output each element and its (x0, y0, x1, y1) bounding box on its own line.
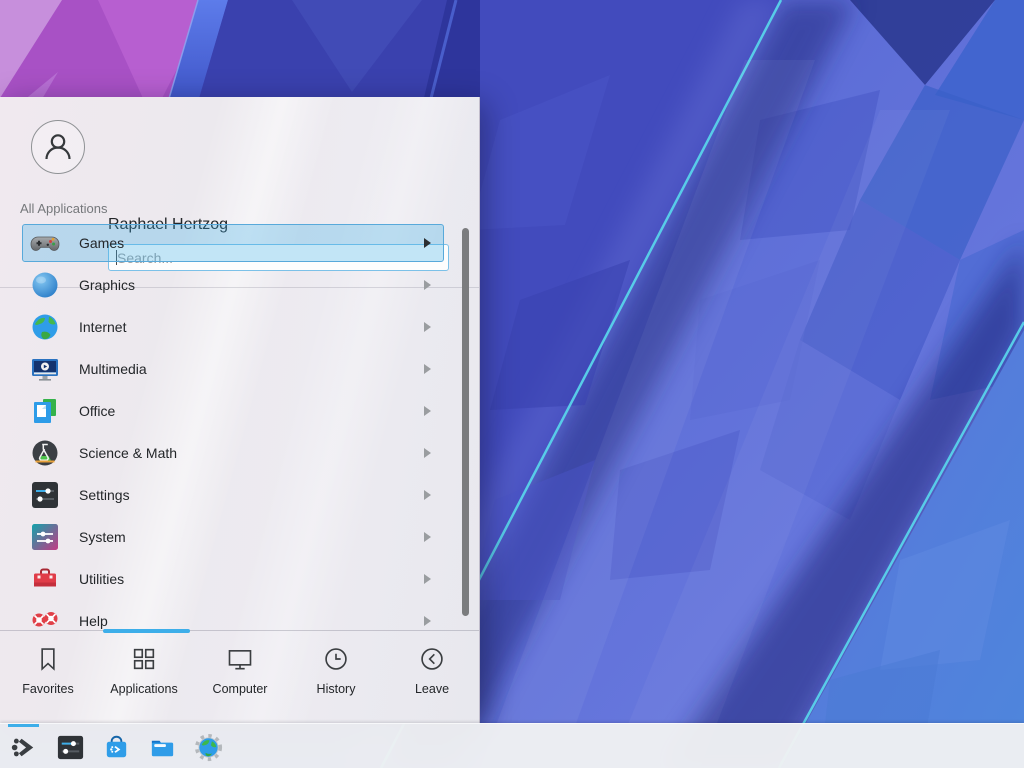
globe-icon (29, 311, 61, 343)
category-list: Games Graphics Internet (0, 222, 480, 630)
clock-icon (322, 645, 350, 673)
browser-globe-icon (193, 732, 224, 763)
media-screen-icon (29, 353, 61, 385)
submenu-arrow-icon (424, 616, 431, 626)
application-launcher-button[interactable] (6, 730, 42, 764)
category-item-system[interactable]: System (0, 516, 480, 558)
category-item-games[interactable]: Games (0, 222, 480, 264)
category-item-science-math[interactable]: Science & Math (0, 432, 480, 474)
system-settings-button[interactable] (52, 730, 88, 764)
documents-icon (29, 395, 61, 427)
submenu-arrow-icon (424, 322, 431, 332)
category-item-multimedia[interactable]: Multimedia (0, 348, 480, 390)
submenu-arrow-icon (424, 364, 431, 374)
submenu-arrow-icon (424, 238, 431, 248)
monitor-icon (226, 645, 254, 673)
desktop: Raphael Hertzog All Applications Games (0, 0, 1024, 768)
tab-leave[interactable]: Leave (384, 631, 480, 723)
category-item-internet[interactable]: Internet (0, 306, 480, 348)
category-label: Internet (79, 319, 126, 335)
lifebuoy-icon (29, 605, 61, 630)
tab-favorites[interactable]: Favorites (0, 631, 96, 723)
application-launcher-menu: Raphael Hertzog All Applications Games (0, 97, 480, 723)
bookmark-icon (34, 645, 62, 673)
submenu-arrow-icon (424, 490, 431, 500)
leave-icon (418, 645, 446, 673)
user-icon (39, 128, 77, 166)
category-label: Settings (79, 487, 130, 503)
user-avatar[interactable] (31, 120, 85, 174)
category-label: Science & Math (79, 445, 177, 461)
tab-applications[interactable]: Applications (96, 631, 192, 723)
tab-label: Favorites (22, 682, 73, 696)
discover-button[interactable] (98, 730, 134, 764)
category-label: Utilities (79, 571, 124, 587)
category-item-graphics[interactable]: Graphics (0, 264, 480, 306)
kde-launcher-icon (9, 732, 40, 763)
system-settings-icon (55, 732, 86, 763)
web-browser-button[interactable] (190, 730, 226, 764)
sliders-icon (29, 479, 61, 511)
submenu-arrow-icon (424, 280, 431, 290)
category-label: Graphics (79, 277, 135, 293)
category-label: System (79, 529, 126, 545)
category-label: Multimedia (79, 361, 147, 377)
category-label: Help (79, 613, 108, 629)
section-label: All Applications (20, 201, 107, 216)
category-item-settings[interactable]: Settings (0, 474, 480, 516)
flask-icon (29, 437, 61, 469)
category-item-office[interactable]: Office (0, 390, 480, 432)
tab-label: Applications (110, 682, 177, 696)
tab-computer[interactable]: Computer (192, 631, 288, 723)
category-item-utilities[interactable]: Utilities (0, 558, 480, 600)
grid-icon (130, 645, 158, 673)
tab-label: History (317, 682, 356, 696)
submenu-arrow-icon (424, 532, 431, 542)
taskbar-panel: ES 7:03 PM 4/24/21 (0, 723, 1024, 768)
active-tab-indicator (103, 629, 190, 633)
toolbox-icon (29, 563, 61, 595)
launcher-tab-bar: Favorites Applications (0, 630, 480, 723)
submenu-arrow-icon (424, 574, 431, 584)
file-manager-button[interactable] (144, 730, 180, 764)
submenu-arrow-icon (424, 406, 431, 416)
submenu-arrow-icon (424, 448, 431, 458)
category-item-help[interactable]: Help (0, 600, 480, 630)
category-label: Office (79, 403, 115, 419)
tab-history[interactable]: History (288, 631, 384, 723)
sphere-icon (29, 269, 61, 301)
folder-icon (147, 732, 178, 763)
category-label: Games (79, 235, 124, 251)
scrollbar[interactable] (462, 228, 469, 616)
discover-bag-icon (101, 732, 132, 763)
active-task-indicator (8, 724, 39, 727)
gamepad-icon (29, 227, 61, 259)
tab-label: Leave (415, 682, 449, 696)
system-sliders-icon (29, 521, 61, 553)
tab-label: Computer (213, 682, 268, 696)
